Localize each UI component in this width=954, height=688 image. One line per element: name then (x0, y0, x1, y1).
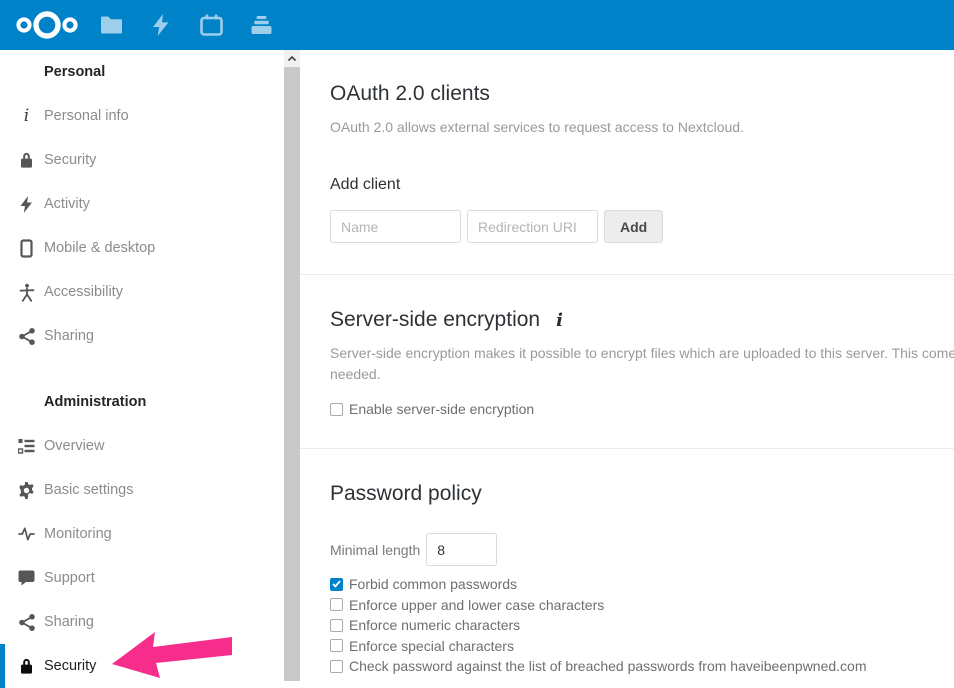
policy-option-row: Enforce upper and lower case characters (330, 595, 954, 616)
policy-option-label[interactable]: Enforce numeric characters (349, 617, 520, 633)
check-hibp-checkbox[interactable] (330, 660, 343, 673)
scrollbar-thumb[interactable] (284, 67, 300, 681)
policy-option-label[interactable]: Enforce upper and lower case characters (349, 597, 604, 613)
sidebar-item-monitoring[interactable]: Monitoring (0, 512, 300, 556)
accessibility-icon (18, 281, 35, 303)
sidebar-item-personal-info[interactable]: i Personal info (0, 94, 300, 138)
password-policy-options: Forbid common passwords Enforce upper an… (330, 574, 954, 677)
enable-encryption-label[interactable]: Enable server-side encryption (349, 401, 534, 417)
add-client-heading: Add client (330, 176, 954, 194)
minimal-length-input[interactable] (426, 533, 497, 566)
scrollbar-up-button[interactable] (284, 50, 300, 67)
sidebar-scrollbar[interactable] (284, 50, 300, 681)
enforce-case-checkbox[interactable] (330, 598, 343, 611)
oauth-section-description: OAuth 2.0 allows external services to re… (330, 117, 954, 138)
sidebar-item-sharing-personal[interactable]: Sharing (0, 314, 300, 358)
sidebar-caption-personal: Personal (0, 50, 300, 94)
deck-app-button[interactable] (236, 0, 286, 50)
enforce-numeric-checkbox[interactable] (330, 619, 343, 632)
phone-icon (18, 237, 35, 259)
sidebar-item-security-personal[interactable]: Security (0, 138, 300, 182)
activity-app-button[interactable] (136, 0, 186, 50)
password-policy-section: Password policy Minimal length Forbid co… (300, 449, 954, 677)
encryption-section-title: Server-side encryption (330, 308, 540, 332)
sidebar-item-activity[interactable]: Activity (0, 182, 300, 226)
gear-icon (18, 479, 35, 501)
policy-option-row: Forbid common passwords (330, 574, 954, 595)
check-icon (332, 580, 341, 588)
sidebar-item-security-admin[interactable]: Security (0, 644, 300, 688)
calendar-app-button[interactable] (186, 0, 236, 50)
info-icon[interactable]: i (556, 310, 563, 331)
calendar-icon (200, 14, 223, 36)
client-name-input[interactable] (330, 210, 461, 243)
lock-icon (18, 149, 35, 171)
policy-option-label[interactable]: Forbid common passwords (349, 576, 517, 592)
policy-option-label[interactable]: Enforce special characters (349, 638, 514, 654)
policy-option-row: Check password against the list of breac… (330, 656, 954, 677)
policy-option-row: Enforce numeric characters (330, 615, 954, 636)
chat-icon (18, 567, 35, 589)
encryption-section: Server-side encryption i Server-side enc… (300, 275, 954, 417)
sidebar-caption-administration: Administration (0, 380, 300, 424)
folder-icon (100, 16, 123, 34)
enable-encryption-row: Enable server-side encryption (330, 401, 954, 417)
top-header-bar (0, 0, 954, 50)
nextcloud-logo[interactable] (13, 7, 81, 43)
sidebar-item-sharing-admin[interactable]: Sharing (0, 600, 300, 644)
lock-icon (18, 655, 35, 677)
settings-content: OAuth 2.0 clients OAuth 2.0 allows exter… (300, 50, 954, 681)
minimal-length-label: Minimal length (330, 542, 420, 558)
sidebar-item-basic-settings[interactable]: Basic settings (0, 468, 300, 512)
list-icon (18, 435, 35, 457)
sidebar-item-accessibility[interactable]: Accessibility (0, 270, 300, 314)
add-client-form: Add (330, 210, 954, 243)
chevron-up-icon (286, 54, 298, 63)
enforce-special-checkbox[interactable] (330, 639, 343, 652)
deck-icon (250, 15, 273, 35)
password-policy-title: Password policy (330, 482, 954, 506)
sidebar-item-mobile-desktop[interactable]: Mobile & desktop (0, 226, 300, 270)
bolt-icon (152, 14, 170, 36)
settings-sidebar: Personal i Personal info Security Activi… (0, 50, 300, 681)
share-icon (18, 611, 35, 633)
files-app-button[interactable] (86, 0, 136, 50)
app-navigation (86, 0, 286, 50)
nextcloud-logo-icon (13, 7, 81, 43)
redirection-uri-input[interactable] (467, 210, 598, 243)
share-icon (18, 325, 35, 347)
forbid-common-passwords-checkbox[interactable] (330, 578, 343, 591)
bolt-icon (18, 193, 35, 215)
info-icon: i (18, 105, 35, 127)
enable-encryption-checkbox[interactable] (330, 403, 343, 416)
sidebar-item-overview[interactable]: Overview (0, 424, 300, 468)
encryption-description: Server-side encryption makes it possible… (330, 343, 954, 385)
minimal-length-row: Minimal length (330, 533, 954, 566)
oauth-section-title: OAuth 2.0 clients (330, 82, 954, 106)
oauth-section: OAuth 2.0 clients OAuth 2.0 allows exter… (300, 50, 954, 243)
policy-option-label[interactable]: Check password against the list of breac… (349, 658, 867, 674)
pulse-icon (18, 523, 35, 545)
sidebar-item-support[interactable]: Support (0, 556, 300, 600)
policy-option-row: Enforce special characters (330, 636, 954, 657)
add-client-button[interactable]: Add (604, 210, 663, 243)
